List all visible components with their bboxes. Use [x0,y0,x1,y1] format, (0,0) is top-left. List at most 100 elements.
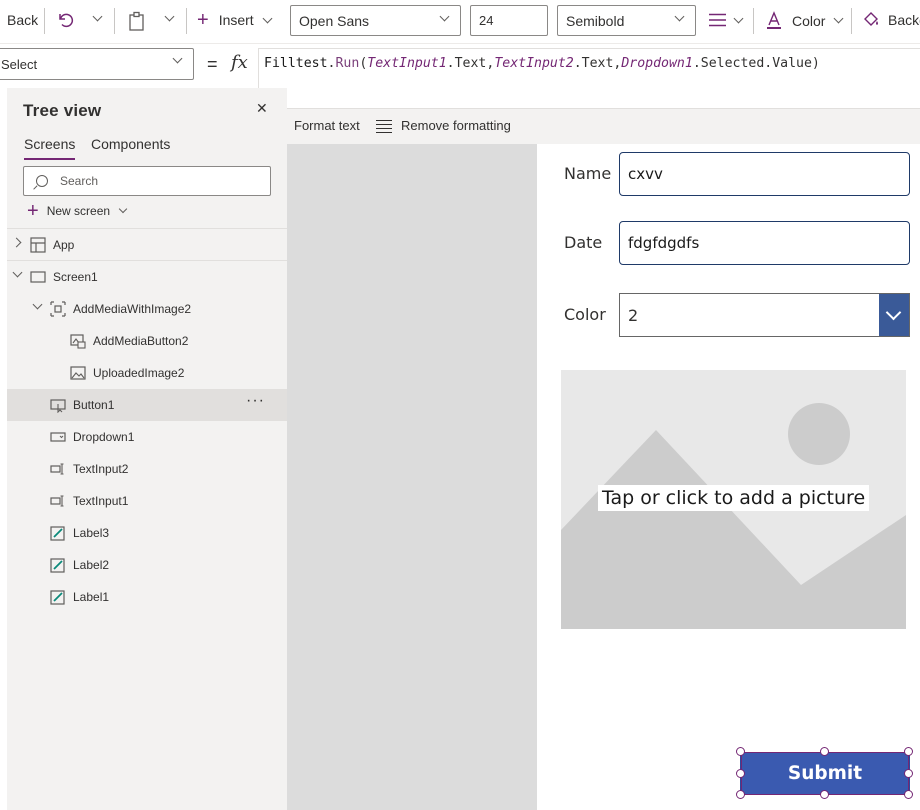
fx-icon: fx [231,52,248,73]
font-color-icon [767,11,781,29]
tree-item-label3[interactable]: Label3 [7,517,287,549]
color-label: Color [564,305,606,324]
undo-button[interactable] [56,11,74,29]
chevron-down-icon [12,267,23,278]
tree-item-label2[interactable]: Label2 [7,549,287,581]
resize-handle[interactable] [736,747,745,756]
resize-handle[interactable] [820,747,829,756]
property-select[interactable]: Select [0,48,194,80]
close-icon[interactable]: ✕ [256,100,268,117]
label-icon [50,526,65,541]
font-size-input[interactable]: 24 [470,5,548,36]
more-options-icon[interactable]: ··· [246,392,265,410]
date-label: Date [564,233,603,252]
submit-button[interactable]: Submit [740,752,910,795]
toolbar-divider [114,8,115,34]
canvas-background [287,144,537,810]
tree-item-uploadedimage2[interactable]: UploadedImage2 [7,357,287,389]
paste-menu-button[interactable] [164,11,175,22]
font-weight-select[interactable]: Semibold [557,5,696,36]
align-icon [709,13,726,27]
submit-label: Submit [787,763,863,784]
tree-item-app[interactable]: App [7,229,287,261]
property-value: Select [1,56,38,72]
tree-item-label: Label3 [73,526,110,540]
insert-label: Insert [218,12,254,28]
tree-item-screen1[interactable]: Screen1 [7,261,287,293]
tree-item-button1[interactable]: Button1 ··· [7,389,287,421]
undo-menu-button[interactable] [92,11,103,22]
dropdown-toggle[interactable] [879,294,909,336]
remove-formatting-label: Remove formatting [401,118,511,133]
command-bar: Back + Insert Open Sans 24 Semibold Colo… [0,0,920,44]
font-family-value: Open Sans [299,12,370,29]
tree-item-textinput2[interactable]: TextInput2 [7,453,287,485]
tree-item-label: Screen1 [53,270,98,284]
formula-arg-control: Dropdown1 [621,56,693,71]
paint-bucket-icon [864,12,878,26]
date-text-input[interactable]: fdgfdgdfs [619,221,910,265]
tree-item-label1[interactable]: Label1 [7,581,287,613]
dropdown-icon [50,432,66,442]
date-input-value: fdgfdgdfs [628,234,700,252]
resize-handle[interactable] [904,769,913,778]
tree-item-addmediawithimage2[interactable]: AddMediaWithImage2 [7,293,287,325]
plus-icon: + [27,200,39,222]
tab-components[interactable]: Components [91,136,170,152]
tab-screens[interactable]: Screens [24,136,76,160]
tree-view-title: Tree view [23,101,102,120]
tree-item-label: Label1 [73,590,110,604]
remove-formatting-button[interactable]: Remove formatting [376,118,511,133]
tree-item-dropdown1[interactable]: Dropdown1 [7,421,287,453]
background-button[interactable]: Backg [862,11,920,29]
toolbar-divider [44,8,45,34]
chevron-down-icon [92,11,103,22]
resize-handle[interactable] [820,790,829,799]
font-family-select[interactable]: Open Sans [290,5,461,36]
chevron-down-icon [834,13,844,24]
tree-item-label: Button1 [73,398,115,412]
group-icon [50,301,66,317]
formula-arg-control: TextInput2 [494,56,574,71]
font-size-value: 24 [479,13,494,28]
toolbar-divider [186,8,187,34]
image-icon [70,366,86,380]
add-media-icon [70,334,86,349]
new-screen-button[interactable]: + New screen [27,200,128,222]
back-button[interactable]: Back [7,12,38,28]
resize-handle[interactable] [904,747,913,756]
color-dropdown[interactable]: 2 [619,293,910,337]
search-placeholder: Search [60,174,99,188]
plus-icon: + [197,9,209,31]
format-text-label: Format text [294,118,360,133]
back-label: Back [7,12,39,28]
color-button[interactable]: Color [766,11,844,30]
align-button[interactable] [709,13,744,27]
font-weight-value: Semibold [566,12,625,29]
chevron-down-icon [118,204,128,214]
tree-item-label: AddMediaWithImage2 [73,302,192,316]
name-text-input[interactable]: cxvv [619,152,910,196]
insert-button[interactable]: + Insert [197,9,273,31]
add-picture-placeholder[interactable]: Tap or click to add a picture [561,370,906,629]
tree-item-textinput1[interactable]: TextInput1 [7,485,287,517]
chevron-down-icon [439,11,450,22]
app-icon [30,237,46,253]
tree-item-label: AddMediaButton2 [93,334,189,348]
equals-sign: = [207,54,218,74]
name-label: Name [564,164,612,183]
formula-arg-property: .Text, [446,56,495,71]
tree-search-input[interactable]: Search [23,166,271,196]
formula-function: Filltest [264,56,328,71]
resize-handle[interactable] [904,790,913,799]
formula-format-strip: Format text Remove formatting [258,108,920,144]
chevron-down-icon [733,13,744,23]
chevron-right-icon [11,237,22,248]
resize-handle[interactable] [736,790,745,799]
chevron-down-icon [885,304,902,321]
button-icon [50,399,66,413]
resize-handle[interactable] [736,769,745,778]
tree-item-label: App [53,238,75,252]
paste-button[interactable] [128,11,146,31]
tree-item-addmediabutton2[interactable]: AddMediaButton2 [7,325,287,357]
